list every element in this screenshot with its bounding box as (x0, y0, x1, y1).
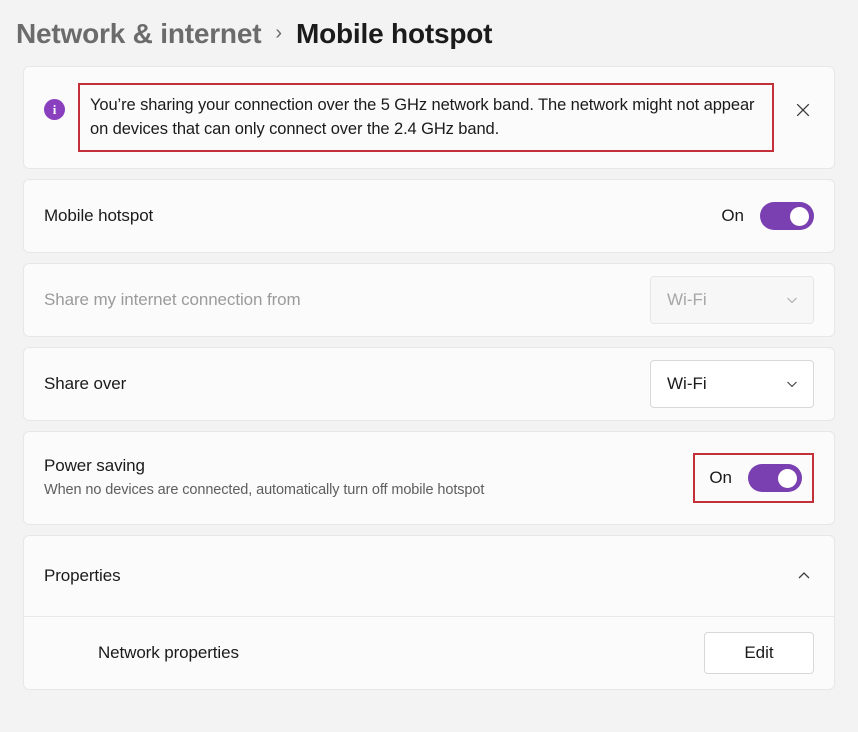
share-over-control: Wi-Fi (650, 360, 814, 408)
mobile-hotspot-toggle-state: On (721, 206, 744, 225)
mobile-hotspot-card: Mobile hotspot On (23, 179, 835, 253)
chevron-down-icon (785, 377, 799, 391)
share-from-labels: Share my internet connection from (44, 289, 317, 311)
share-over-card: Share over Wi-Fi (23, 347, 835, 421)
power-saving-card: Power saving When no devices are connect… (23, 431, 835, 525)
info-banner-message: You’re sharing your connection over the … (90, 96, 755, 138)
power-saving-toggle[interactable] (748, 464, 802, 492)
properties-title: Properties (44, 566, 121, 585)
share-from-control: Wi-Fi (650, 276, 814, 324)
breadcrumb-separator-icon: › (275, 22, 282, 44)
properties-expander-header[interactable]: Properties (24, 536, 834, 616)
mobile-hotspot-toggle[interactable] (760, 202, 814, 230)
share-over-dropdown[interactable]: Wi-Fi (650, 360, 814, 408)
share-over-row: Share over Wi-Fi (24, 348, 834, 420)
power-saving-title: Power saving (44, 456, 145, 475)
power-saving-labels: Power saving When no devices are connect… (44, 455, 500, 501)
share-over-title: Share over (44, 374, 127, 393)
share-from-row: Share my internet connection from Wi-Fi (24, 264, 834, 336)
share-from-value: Wi-Fi (667, 290, 707, 309)
mobile-hotspot-title: Mobile hotspot (44, 206, 154, 225)
network-properties-label: Network properties (98, 643, 239, 662)
power-saving-row: Power saving When no devices are connect… (24, 432, 834, 524)
close-icon[interactable] (786, 93, 820, 127)
share-from-dropdown: Wi-Fi (650, 276, 814, 324)
info-banner: i You’re sharing your connection over th… (24, 67, 834, 168)
power-saving-description: When no devices are connected, automatic… (44, 482, 485, 498)
toggle-knob (778, 468, 797, 488)
toggle-knob (790, 206, 809, 226)
properties-card: Properties Network properties Edit (23, 535, 835, 690)
page-title: Mobile hotspot (296, 18, 493, 49)
info-banner-card: i You’re sharing your connection over th… (23, 66, 835, 169)
mobile-hotspot-toggle-group: On (721, 202, 814, 230)
power-saving-highlight: On (693, 453, 814, 503)
info-banner-highlight: You’re sharing your connection over the … (78, 83, 774, 152)
chevron-up-icon[interactable] (796, 568, 812, 584)
breadcrumb-parent-link[interactable]: Network & internet (16, 20, 262, 48)
settings-content: i You’re sharing your connection over th… (0, 46, 858, 690)
share-from-card: Share my internet connection from Wi-Fi (23, 263, 835, 337)
chevron-down-icon (785, 293, 799, 307)
power-saving-toggle-state: On (709, 468, 732, 487)
breadcrumb: Network & internet › Mobile hotspot (0, 0, 858, 49)
properties-body: Network properties Edit (24, 616, 834, 689)
share-over-labels: Share over (44, 373, 142, 395)
info-icon: i (44, 99, 65, 120)
mobile-hotspot-labels: Mobile hotspot (44, 205, 169, 227)
mobile-hotspot-row: Mobile hotspot On (24, 180, 834, 252)
edit-button[interactable]: Edit (704, 632, 814, 674)
share-from-title: Share my internet connection from (44, 290, 301, 309)
share-over-value: Wi-Fi (667, 374, 707, 393)
network-properties-row: Network properties Edit (24, 617, 834, 689)
